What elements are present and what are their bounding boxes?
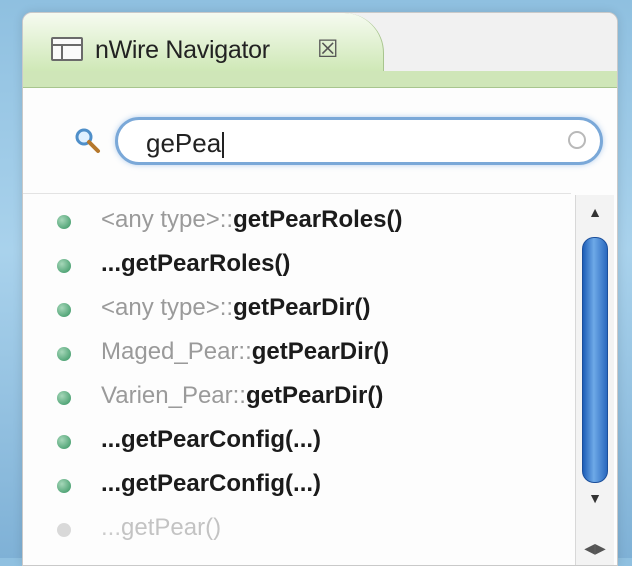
list-item[interactable]: Varien_Pear::getPearDir(): [23, 374, 571, 418]
list-item-label: <any type>::getPearRoles(): [101, 206, 402, 234]
window-icon: [51, 37, 83, 61]
item-name: getPearConfig(...): [121, 470, 322, 497]
text-caret: [222, 132, 225, 159]
item-prefix: ...: [101, 426, 122, 453]
scrollbar-thumb[interactable]: [582, 237, 608, 483]
list-item[interactable]: <any type>::getPearRoles(): [23, 198, 571, 242]
list-item-label: <any type>::getPearDir(): [101, 294, 370, 322]
resize-corner-icon[interactable]: ◀▶: [576, 535, 614, 561]
list-item-label: ...getPearRoles(): [101, 250, 290, 278]
item-prefix: Maged_Pear::: [101, 338, 252, 365]
method-icon: [57, 435, 71, 449]
search-query-text: gePea: [146, 128, 222, 158]
list-item-label: ...getPear(): [101, 514, 221, 542]
list-item[interactable]: ...getPearConfig(...): [23, 418, 571, 462]
scroll-down-icon[interactable]: ▼: [576, 485, 614, 511]
results-list: <any type>::getPearRoles() ...getPearRol…: [23, 193, 571, 565]
search-value: gePea: [146, 128, 225, 159]
clear-icon[interactable]: [568, 131, 586, 149]
item-prefix: <any type>::: [101, 294, 234, 321]
item-prefix: Varien_Pear::: [101, 382, 246, 409]
list-item[interactable]: ...getPear(): [23, 506, 571, 550]
item-name: getPearRoles(): [121, 250, 291, 277]
list-item[interactable]: <any type>::getPearDir(): [23, 286, 571, 330]
tab-underline: [23, 71, 617, 88]
method-icon: [57, 347, 71, 361]
tab-nwire-navigator[interactable]: nWire Navigator ☒: [23, 13, 384, 71]
method-icon: [57, 303, 71, 317]
method-icon: [57, 215, 71, 229]
item-name: getPearRoles(): [233, 206, 403, 233]
search-input[interactable]: gePea: [115, 117, 603, 165]
list-item[interactable]: ...getPearConfig(...): [23, 462, 571, 506]
item-name: getPearDir(): [233, 294, 371, 321]
method-icon: [57, 479, 71, 493]
vertical-scrollbar[interactable]: ▲ ▼ ◀▶: [575, 195, 614, 565]
list-item-label: ...getPearConfig(...): [101, 426, 321, 454]
item-name: getPearDir(): [251, 338, 390, 365]
tab-title: nWire Navigator: [95, 36, 270, 64]
list-item-label: Varien_Pear::getPearDir(): [101, 382, 383, 410]
close-icon[interactable]: ☒: [317, 35, 339, 64]
item-name: getPearDir(): [245, 382, 384, 409]
method-icon: [57, 523, 71, 537]
magnifier-icon: [75, 128, 100, 153]
item-prefix: ...: [101, 250, 122, 277]
list-item-label: ...getPearConfig(...): [101, 470, 321, 498]
item-prefix: ...: [101, 514, 122, 541]
item-prefix: ...: [101, 470, 122, 497]
list-item[interactable]: Maged_Pear::getPearDir(): [23, 330, 571, 374]
item-prefix: <any type>::: [101, 206, 234, 233]
nwire-navigator-panel: nWire Navigator ☒ gePea <any type>::getP…: [22, 12, 618, 566]
method-icon: [57, 259, 71, 273]
method-icon: [57, 391, 71, 405]
item-name: getPear(): [121, 514, 222, 541]
scroll-up-icon[interactable]: ▲: [576, 199, 614, 225]
tab-bar: nWire Navigator ☒: [23, 13, 617, 88]
list-item[interactable]: ...getPearRoles(): [23, 242, 571, 286]
item-name: getPearConfig(...): [121, 426, 322, 453]
list-item-label: Maged_Pear::getPearDir(): [101, 338, 389, 366]
